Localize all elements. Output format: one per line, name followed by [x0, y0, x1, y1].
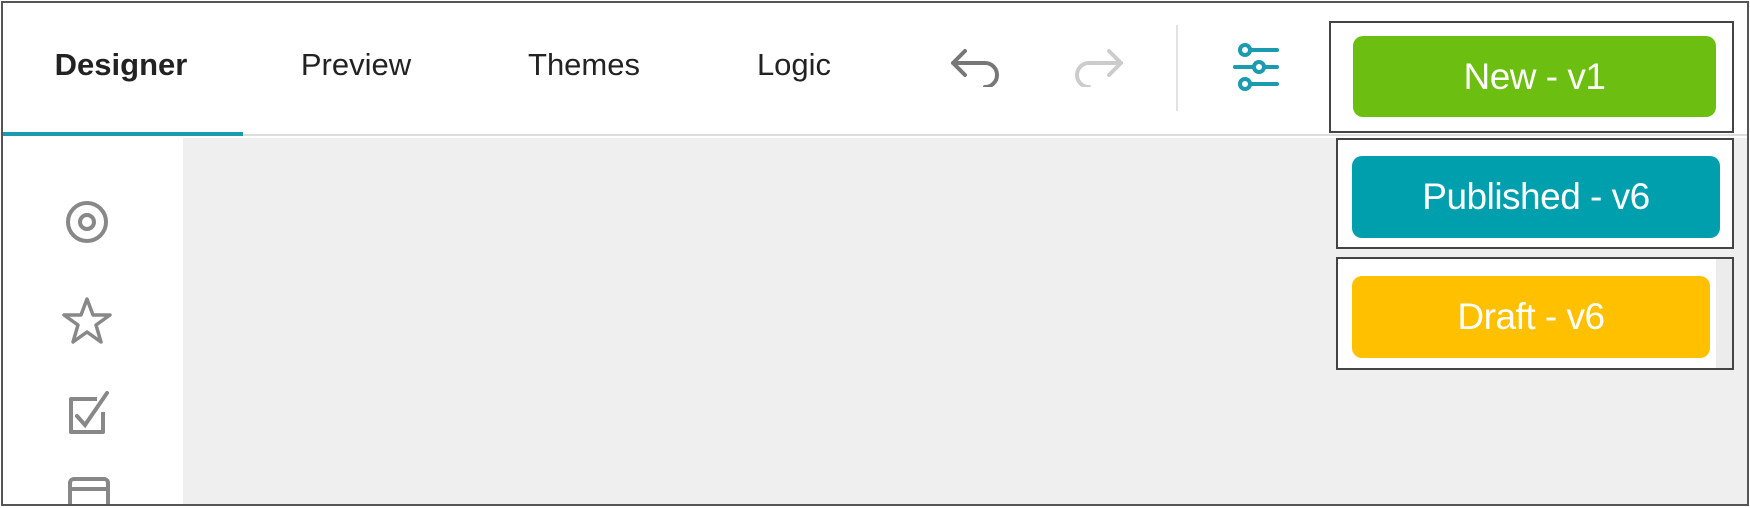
- tab-preview[interactable]: Preview: [301, 47, 411, 83]
- tab-themes[interactable]: Themes: [528, 47, 640, 83]
- redo-icon[interactable]: [1071, 47, 1125, 87]
- panel-icon[interactable]: [67, 476, 111, 506]
- radio-button-icon[interactable]: [65, 200, 109, 244]
- published-version-button[interactable]: Published - v6: [1352, 156, 1720, 238]
- tab-logic[interactable]: Logic: [757, 47, 831, 83]
- checkbox-icon[interactable]: [67, 390, 111, 436]
- draft-version-button[interactable]: Draft - v6: [1352, 276, 1710, 358]
- settings-sliders-icon[interactable]: [1233, 43, 1281, 93]
- tab-designer[interactable]: Designer: [55, 47, 188, 83]
- scrollbar[interactable]: [1716, 259, 1732, 368]
- new-version-button[interactable]: New - v1: [1353, 36, 1716, 117]
- version-item-published: Published - v6: [1336, 138, 1734, 249]
- version-item-draft: Draft - v6: [1336, 257, 1734, 370]
- star-icon[interactable]: [61, 296, 113, 346]
- toolbar-divider: [1176, 25, 1178, 111]
- toolbox-sidebar: [3, 138, 183, 506]
- version-item-new: New - v1: [1329, 21, 1734, 133]
- app-window: Designer Preview Themes Logic New - v1 P…: [1, 1, 1749, 506]
- undo-icon[interactable]: [949, 47, 1003, 87]
- active-tab-indicator: [3, 132, 243, 136]
